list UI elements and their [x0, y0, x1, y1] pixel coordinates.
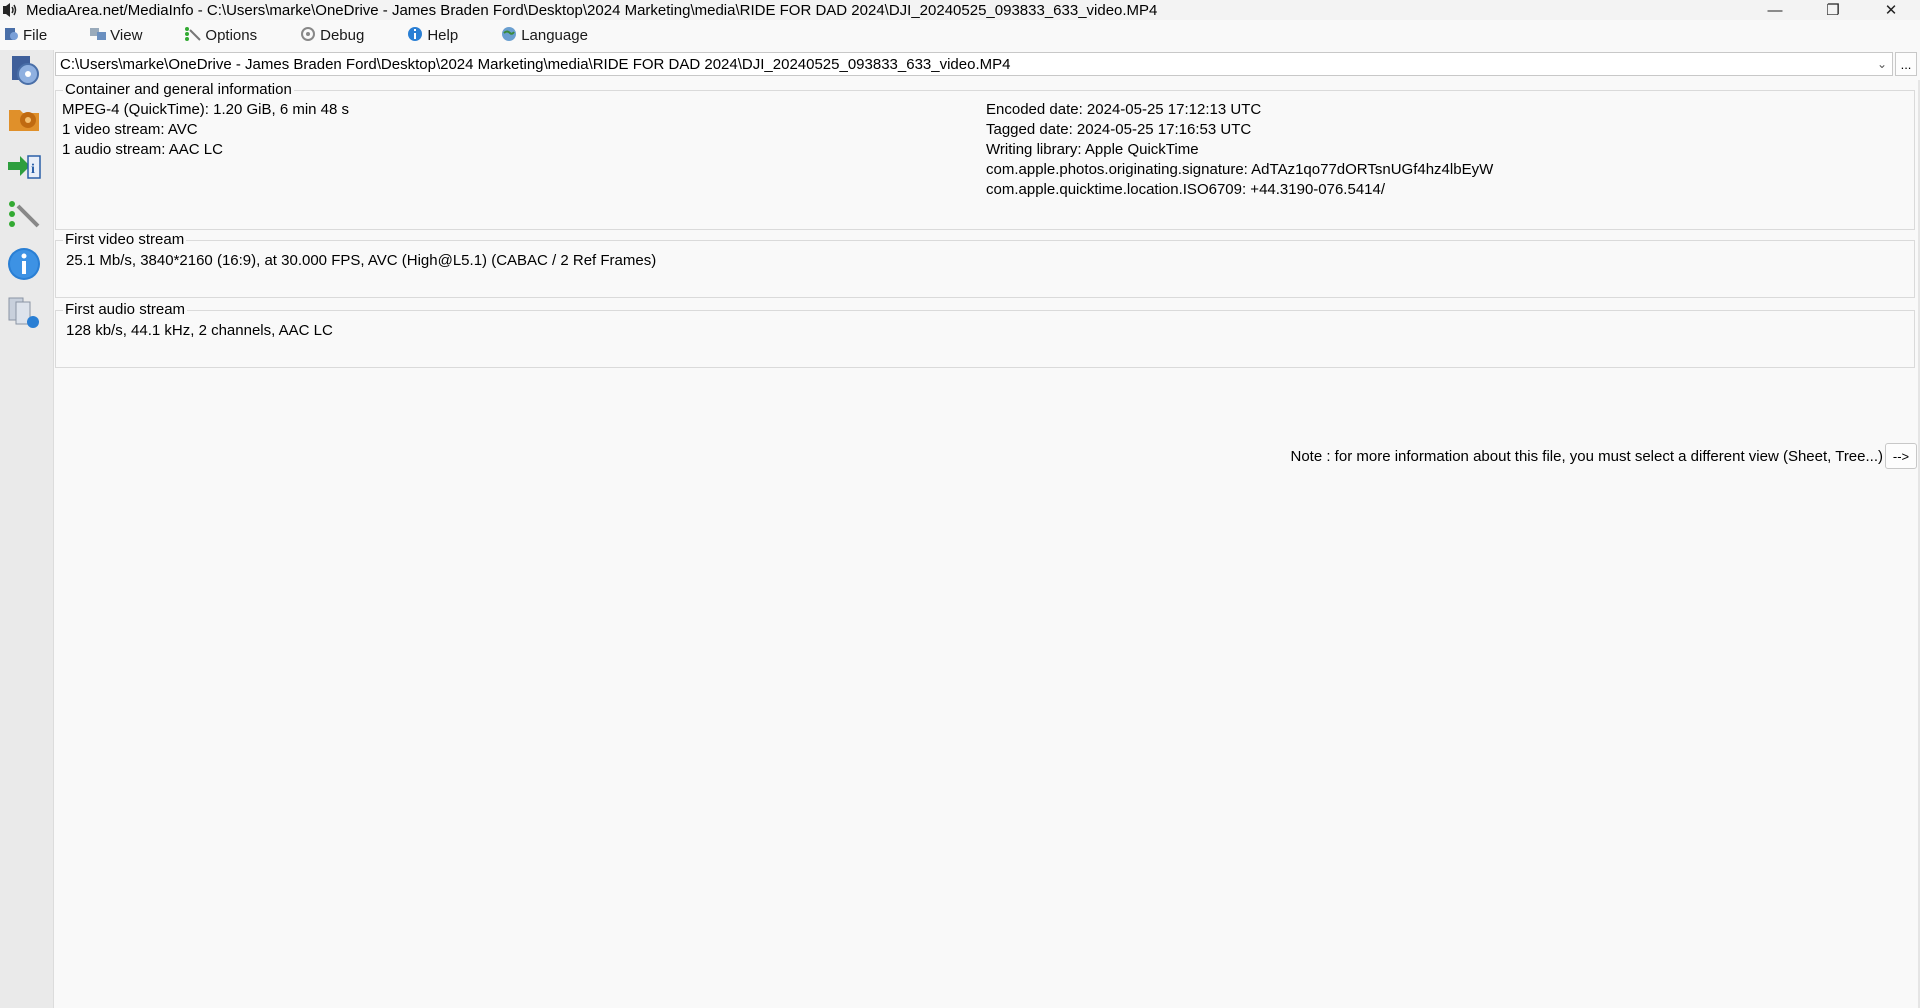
file-path-input[interactable]: C:\Users\marke\OneDrive - James Braden F… — [56, 56, 1872, 73]
about-icon — [6, 294, 42, 334]
tagged-date-line: Tagged date: 2024-05-25 17:16:53 UTC — [986, 121, 1252, 138]
menu-debug-label: Debug — [320, 26, 365, 44]
minimize-button[interactable]: — — [1746, 0, 1804, 20]
general-info-right: Encoded date: 2024-05-25 17:12:13 UTC Ta… — [986, 100, 1493, 200]
restore-button[interactable]: ❐ — [1804, 0, 1862, 20]
menu-debug[interactable]: Debug — [299, 23, 364, 47]
debug-menu-icon — [299, 26, 317, 44]
sidebar-preferences[interactable] — [4, 196, 44, 236]
close-button[interactable]: ✕ — [1862, 0, 1920, 20]
sidebar-about[interactable] — [4, 294, 44, 334]
file-menu-icon — [2, 26, 20, 44]
audio-stream-group: First audio stream 128 kb/s, 44.1 kHz, 2… — [55, 301, 1915, 368]
svg-text:i: i — [31, 162, 35, 177]
title-bar: MediaArea.net/MediaInfo - C:\Users\marke… — [0, 0, 1920, 20]
signature-line: com.apple.photos.originating.signature: … — [986, 161, 1494, 178]
file-path-combobox[interactable]: C:\Users\marke\OneDrive - James Braden F… — [55, 52, 1893, 76]
audio-stream-line: 128 kb/s, 44.1 kHz, 2 channels, AAC LC — [66, 322, 333, 339]
export-icon: i — [6, 148, 42, 188]
menu-help-label: Help — [427, 26, 459, 44]
location-line: com.apple.quicktime.location.ISO6709: +4… — [986, 181, 1386, 198]
general-video-count-line: 1 video stream: AVC — [62, 121, 198, 138]
sidebar: i — [0, 50, 54, 1008]
open-folder-icon — [6, 100, 42, 140]
menu-bar: File View Options Debug Help Language — [0, 23, 588, 47]
browse-button[interactable]: ... — [1895, 52, 1917, 76]
window-title: MediaArea.net/MediaInfo - C:\Users\marke… — [26, 1, 1158, 19]
menu-help[interactable]: Help — [406, 23, 458, 47]
menu-options[interactable]: Options — [184, 23, 257, 47]
general-info-group: Container and general information MPEG-4… — [55, 81, 1915, 230]
mediainfo-app-icon — [0, 0, 20, 20]
menu-view-label: View — [110, 26, 143, 44]
help-menu-icon — [406, 26, 424, 44]
sidebar-open-file[interactable] — [4, 52, 44, 92]
sidebar-info[interactable] — [4, 246, 44, 286]
view-menu-icon — [89, 26, 107, 44]
general-audio-count-line: 1 audio stream: AAC LC — [62, 141, 223, 158]
language-menu-icon — [500, 26, 518, 44]
menu-file-label: File — [23, 26, 48, 44]
video-stream-line: 25.1 Mb/s, 3840*2160 (16:9), at 30.000 F… — [66, 252, 657, 269]
sidebar-open-folder[interactable] — [4, 100, 44, 140]
general-info-title: Container and general information — [63, 81, 294, 99]
next-view-button[interactable]: --> — [1885, 443, 1917, 469]
menu-view[interactable]: View — [89, 23, 142, 47]
general-format-line: MPEG-4 (QuickTime): 1.20 GiB, 6 min 48 s — [62, 101, 350, 118]
general-info-left: MPEG-4 (QuickTime): 1.20 GiB, 6 min 48 s… — [62, 100, 349, 160]
encoded-date-line: Encoded date: 2024-05-25 17:12:13 UTC — [986, 101, 1262, 118]
menu-language-label: Language — [521, 26, 588, 44]
video-stream-title: First video stream — [63, 231, 187, 249]
options-menu-icon — [184, 26, 202, 44]
info-icon — [6, 246, 42, 286]
chevron-down-icon[interactable]: ⌄ — [1872, 53, 1892, 75]
video-stream-group: First video stream 25.1 Mb/s, 3840*2160 … — [55, 231, 1915, 298]
writing-library-line: Writing library: Apple QuickTime — [986, 141, 1199, 158]
more-info-note: Note : for more information about this f… — [1290, 448, 1884, 465]
audio-stream-title: First audio stream — [63, 301, 188, 319]
menu-file[interactable]: File — [2, 23, 47, 47]
menu-options-label: Options — [205, 26, 258, 44]
open-file-icon — [6, 52, 42, 92]
menu-language[interactable]: Language — [500, 23, 588, 47]
preferences-icon — [6, 196, 42, 236]
sidebar-export[interactable]: i — [4, 148, 44, 188]
